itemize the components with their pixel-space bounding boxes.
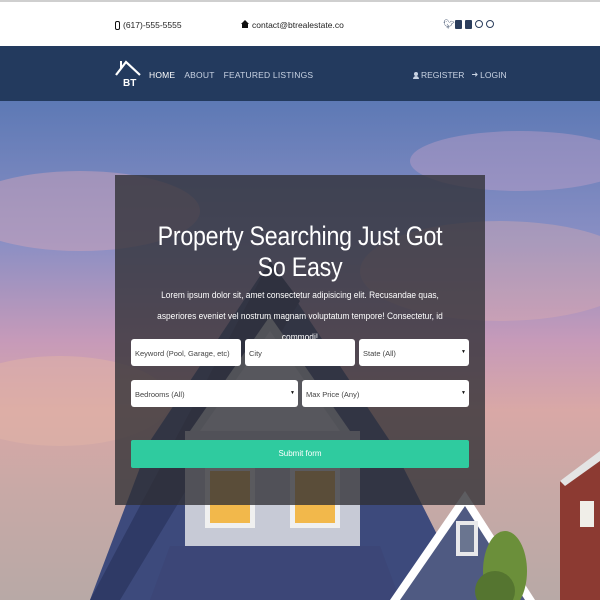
phone-contact: (617)-555-5555 (115, 20, 182, 30)
keyword-input[interactable]: Keyword (Pool, Garage, etc) (131, 339, 241, 366)
register-label: REGISTER (421, 70, 465, 80)
social-links: 🐦︎ (443, 20, 494, 29)
email-contact: contact@btrealestate.co (241, 20, 344, 30)
login-label: LOGIN (480, 70, 507, 80)
city-input[interactable]: City (245, 339, 355, 366)
state-select[interactable]: State (All) (359, 339, 469, 366)
max-price-select[interactable]: Max Price (Any) (302, 380, 469, 407)
twitter-icon[interactable]: 🐦︎ (443, 20, 454, 29)
envelope-icon (241, 20, 249, 28)
contact-bar: (617)-555-5555 contact@btrealestate.co 🐦… (0, 0, 600, 46)
instagram-icon[interactable] (475, 20, 483, 28)
nav-featured-listings[interactable]: FEATURED LISTINGS (224, 70, 314, 80)
nav-about[interactable]: ABOUT (184, 70, 214, 80)
register-link[interactable]: REGISTER (413, 70, 464, 80)
pinterest-icon[interactable] (486, 20, 494, 28)
linkedin-icon[interactable] (465, 20, 472, 29)
login-link[interactable]: ➜ LOGIN (471, 70, 506, 80)
submit-button[interactable]: Submit form (131, 440, 469, 468)
hero-title: Property Searching Just Got So Easy (157, 221, 443, 282)
email-address[interactable]: contact@btrealestate.co (252, 20, 344, 30)
account-links: REGISTER ➜ LOGIN (413, 70, 507, 80)
phone-number[interactable]: (617)-555-5555 (123, 20, 182, 30)
logo-icon[interactable]: BT (115, 59, 141, 89)
facebook-icon[interactable] (455, 20, 462, 29)
bedrooms-select[interactable]: Bedrooms (All) (131, 380, 298, 407)
nav-links: HOME ABOUT FEATURED LISTINGS (149, 70, 313, 80)
main-navbar: BT HOME ABOUT FEATURED LISTINGS REGISTER… (0, 46, 600, 101)
logo-text: BT (123, 78, 136, 89)
nav-home[interactable]: HOME (149, 70, 175, 80)
user-plus-icon (413, 71, 419, 79)
phone-icon (115, 20, 120, 30)
sign-in-icon: ➜ (471, 70, 479, 79)
